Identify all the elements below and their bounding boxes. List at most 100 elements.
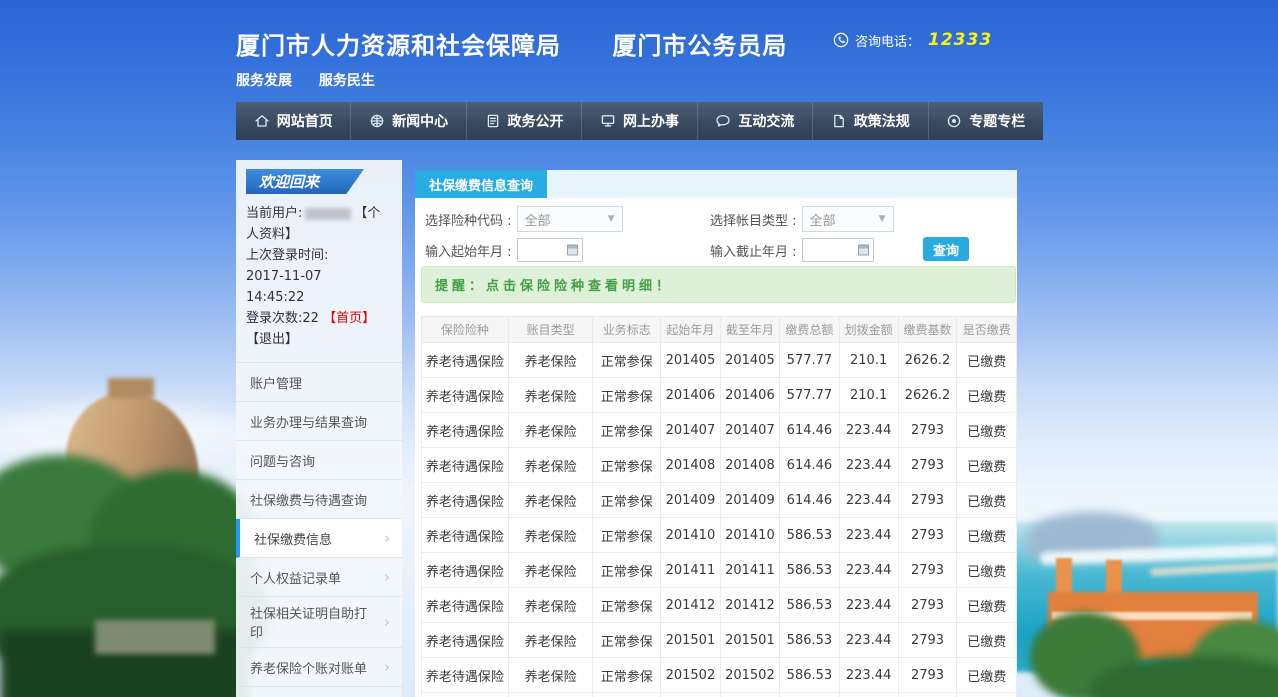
payment-table-wrap: 保险险种账目类型业务标志起始年月截至年月缴费总额划拨金额缴费基数是否缴费 养老待… [421,316,1017,697]
site-title-right: 厦门市公务员局 [612,32,787,60]
table-cell: 2793 [898,658,957,693]
table-cell: 正常参保 [593,693,661,697]
sidebar-item-label: 社保缴费与待遇查询 [250,490,367,509]
nav-item-special-topics[interactable]: 专题专栏 [929,102,1043,140]
sidebar-item-label: 个人权益记录单 [250,568,341,587]
chevron-down-icon: ▼ [879,214,886,224]
end-month-label: 输入截止年月 : [710,241,797,260]
logout-link[interactable]: 【退出】 [246,332,298,347]
table-cell: 2626.2 [898,343,957,378]
account-type-select[interactable]: 全部 ▼ [802,206,894,232]
sidebar-item-insurance-benefit-query[interactable]: 社保缴费与待遇查询 [236,480,402,519]
table-cell: 201408 [720,448,780,483]
chevron-right-icon: › [384,570,390,585]
table-cell: 223.44 [839,588,898,623]
cell-insurance-type[interactable]: 养老待遇保险 [422,483,509,518]
main-panel: 社保缴费信息查询 选择险种代码 : 全部 ▼ 选择帐目类型 : 全部 ▼ 输入起… [415,170,1017,697]
table-header-row: 保险险种账目类型业务标志起始年月截至年月缴费总额划拨金额缴费基数是否缴费 [422,317,1017,343]
table-row: 养老待遇保险养老保险正常参保201410201410586.53223.4427… [422,518,1017,553]
nav-item-interaction[interactable]: 互动交流 [698,102,813,140]
nav-item-policies[interactable]: 政策法规 [813,102,928,140]
query-button[interactable]: 查询 [923,237,969,261]
table-cell: 正常参保 [593,343,661,378]
table-cell: 201411 [720,553,780,588]
sidebar-item-questions-consult[interactable]: 问题与咨询 [236,441,402,480]
sidebar-item-business-results[interactable]: 业务办理与结果查询 [236,402,402,441]
nav-item-label: 网上办事 [623,111,679,131]
hotline-number: 12333 [928,30,992,50]
cell-insurance-type[interactable]: 养老待遇保险 [422,518,509,553]
nav-item-gov-disclosure[interactable]: 政务公开 [467,102,582,140]
table-cell: 201405 [661,343,721,378]
site-title: 厦门市人力资源和社会保障局 厦门市公务员局 [236,26,787,61]
table-row: 养老待遇保险养老保险正常参保201501201501586.53223.4427… [422,623,1017,658]
table-cell: 正常参保 [593,378,661,413]
start-month-input[interactable] [517,238,583,262]
nav-item-label: 网站首页 [277,111,333,131]
cell-insurance-type[interactable]: 养老待遇保险 [422,623,509,658]
nav-item-news-center[interactable]: 新闻中心 [351,102,466,140]
table-cell: 210.1 [839,378,898,413]
table-cell: 正常参保 [593,553,661,588]
table-cell: 已缴费 [957,483,1017,518]
nav-item-label: 新闻中心 [392,111,448,131]
sidebar: 欢迎回来 当前用户:【个人资料】 上次登录时间: 2017-11-07 14:4… [236,160,402,697]
slogan-link-livelihood[interactable]: 服务民生 [319,73,375,89]
welcome-panel: 欢迎回来 当前用户:【个人资料】 上次登录时间: 2017-11-07 14:4… [236,160,402,362]
column-header: 账目类型 [508,317,592,343]
end-month-group: 输入截止年月 : [710,238,874,262]
table-cell: 养老保险 [508,448,592,483]
home-link[interactable]: 【首页】 [323,311,375,326]
cell-insurance-type[interactable]: 养老待遇保险 [422,658,509,693]
table-row: 养老待遇保险养老保险正常参保201503201503586.53223.4427… [422,693,1017,697]
last-login-time: 14:45:22 [246,290,304,305]
table-cell: 已缴费 [957,658,1017,693]
sidebar-item-pension-statement[interactable]: 养老保险个账对账单› [236,648,402,687]
table-cell: 223.44 [839,518,898,553]
cell-insurance-type[interactable]: 养老待遇保险 [422,448,509,483]
table-cell: 正常参保 [593,658,661,693]
table-row: 养老待遇保险养老保险正常参保201502201502586.53223.4427… [422,658,1017,693]
hotline: 咨询电话： 12333 [833,30,992,50]
sidebar-item-certificate-self-print[interactable]: 社保相关证明自助打印› [236,597,402,648]
calendar-icon[interactable] [567,245,578,256]
nav-item-home[interactable]: 网站首页 [236,102,351,140]
home-icon [254,113,270,129]
chevron-right-icon: › [384,615,390,630]
phone-icon [833,32,849,48]
cell-insurance-type[interactable]: 养老待遇保险 [422,343,509,378]
monitor-icon [600,113,616,129]
slogan-link-development[interactable]: 服务发展 [236,73,292,89]
cell-insurance-type[interactable]: 养老待遇保险 [422,693,509,697]
sidebar-item-rights-record[interactable]: 个人权益记录单 › [236,558,402,597]
table-cell: 养老保险 [508,378,592,413]
end-month-input[interactable] [802,238,874,262]
table-cell: 养老保险 [508,658,592,693]
calendar-icon[interactable] [858,245,869,256]
sidebar-item-pension-adjustment[interactable]: 养老金待遇调整› [236,687,402,697]
cell-insurance-type[interactable]: 养老待遇保险 [422,553,509,588]
cell-insurance-type[interactable]: 养老待遇保险 [422,588,509,623]
sidebar-item-account-management[interactable]: 账户管理 [236,363,402,402]
login-count: 登录次数:22 [246,311,319,326]
cell-insurance-type[interactable]: 养老待遇保险 [422,378,509,413]
nav-item-online-services[interactable]: 网上办事 [582,102,697,140]
table-cell: 正常参保 [593,483,661,518]
table-cell: 201407 [720,413,780,448]
table-cell: 614.46 [780,483,840,518]
sidebar-item-payment-info[interactable]: 社保缴费信息› [236,519,402,558]
table-cell: 已缴费 [957,553,1017,588]
nav-item-label: 政务公开 [508,111,564,131]
table-cell: 养老保险 [508,693,592,697]
chevron-right-icon: › [384,660,390,675]
table-cell: 已缴费 [957,518,1017,553]
table-cell: 正常参保 [593,623,661,658]
tab-payment-query[interactable]: 社保缴费信息查询 [415,170,547,198]
table-cell: 201405 [720,343,780,378]
welcome-ribbon: 欢迎回来 [246,169,364,194]
table-row: 养老待遇保险养老保险正常参保201406201406577.77210.1262… [422,378,1017,413]
insurance-code-select[interactable]: 全部 ▼ [517,206,623,232]
cell-insurance-type[interactable]: 养老待遇保险 [422,413,509,448]
notice-banner: 提醒：点击保险险种查看明细！ [421,266,1016,303]
table-cell: 201503 [661,693,721,697]
